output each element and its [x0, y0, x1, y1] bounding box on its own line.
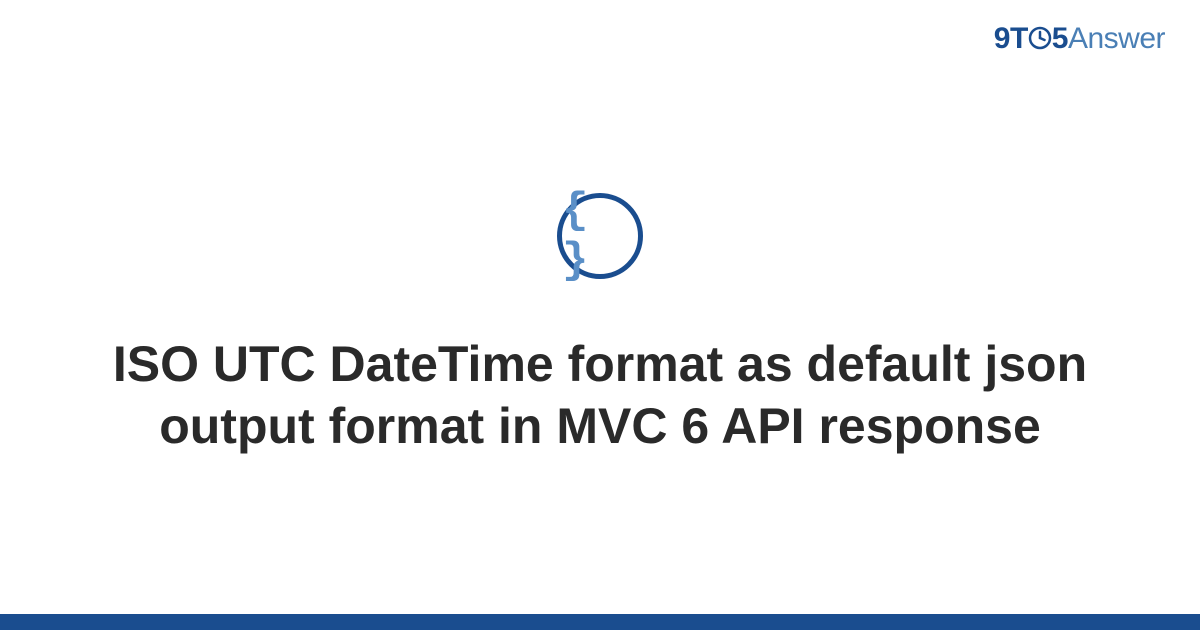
main-content: { } ISO UTC DateTime format as default j… [0, 0, 1200, 630]
braces-glyph: { } [562, 186, 638, 286]
category-icon-container: { } [557, 193, 643, 279]
page-title: ISO UTC DateTime format as default json … [100, 333, 1100, 457]
footer-bar [0, 614, 1200, 630]
json-braces-icon: { } [557, 193, 643, 279]
